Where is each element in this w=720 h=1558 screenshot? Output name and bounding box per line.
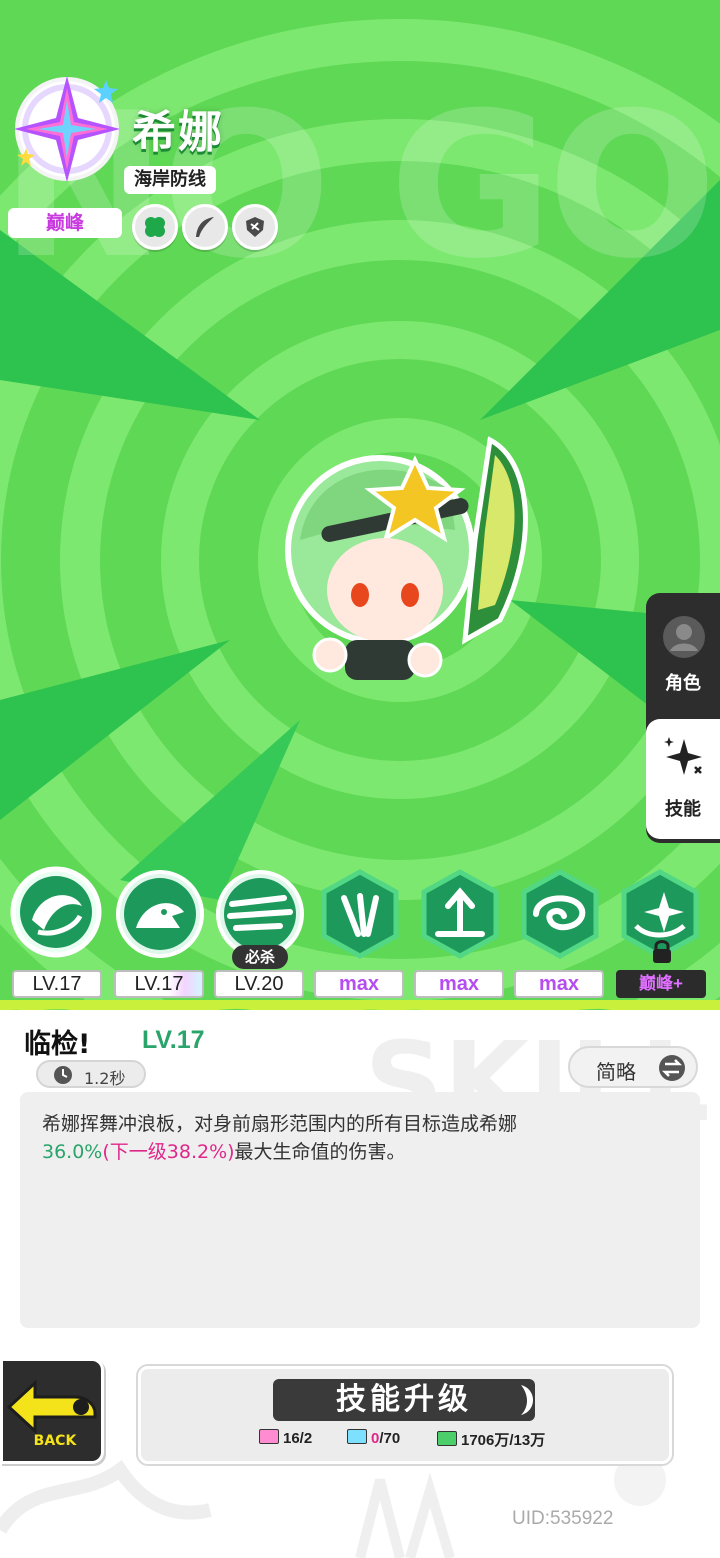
swap-arrows-icon bbox=[659, 1055, 685, 1081]
book-icon bbox=[347, 1429, 367, 1444]
desc-tail: 最大生命值的伤害。 bbox=[234, 1141, 406, 1163]
desc-value: 36.0% bbox=[42, 1141, 103, 1163]
tab-skill-label: 技能 bbox=[665, 799, 701, 820]
desc-next-level: (下一级38.2%) bbox=[102, 1141, 235, 1163]
brief-toggle-label: 简略 bbox=[596, 1060, 636, 1084]
shield-claw-icon[interactable] bbox=[232, 204, 278, 250]
cost-ticket: 16/2 bbox=[259, 1429, 312, 1447]
upgrade-label: 技能升级 bbox=[273, 1379, 535, 1421]
character-showcase: NO GOD 希娜 海岸防线 巅峰 bbox=[0, 0, 720, 1010]
desc-line1: 希娜挥舞冲浪板，对身前扇形范围内的所有目标造成希娜 bbox=[42, 1113, 518, 1135]
skill-shark-icon[interactable] bbox=[114, 868, 206, 960]
tab-skill[interactable]: 技能 bbox=[646, 719, 720, 839]
back-button[interactable]: BACK bbox=[0, 1358, 104, 1464]
back-label: BACK bbox=[34, 1433, 78, 1449]
side-tab-bar: 角色 技能 bbox=[646, 593, 720, 843]
skill-description: 希娜挥舞冲浪板，对身前扇形范围内的所有目标造成希娜 36.0%(下一级38.2%… bbox=[42, 1110, 682, 1166]
skill-claw-crest-icon[interactable] bbox=[314, 868, 406, 960]
skill-rising-arrow-icon[interactable] bbox=[414, 868, 506, 960]
skill-vortex-icon[interactable] bbox=[514, 868, 606, 960]
skill-level: LV.17 bbox=[142, 1026, 205, 1054]
skill-level-badge: LV.17 bbox=[12, 970, 102, 998]
cooldown-clock-icon bbox=[54, 1066, 72, 1084]
sparkle-star-icon bbox=[664, 737, 702, 775]
skill-level-badge: LV.20 bbox=[214, 970, 304, 998]
user-id: UID:535922 bbox=[512, 1508, 614, 1529]
person-icon bbox=[663, 616, 705, 658]
rank-badge: 巅峰 bbox=[8, 208, 122, 238]
cost-book: 0/70 bbox=[347, 1429, 400, 1447]
back-arrow-icon: BACK bbox=[6, 1379, 97, 1449]
skill-level-badge: max bbox=[514, 970, 604, 998]
feather-icon[interactable] bbox=[182, 204, 228, 250]
team-tag: 海岸防线 bbox=[124, 166, 216, 194]
clover-icon[interactable] bbox=[132, 204, 178, 250]
ticket-icon bbox=[259, 1429, 279, 1444]
cost-cash-value: 1706万/13万 bbox=[461, 1432, 546, 1449]
skill-surf-slash-icon[interactable] bbox=[10, 866, 102, 958]
character-name: 希娜 bbox=[132, 107, 224, 158]
upgrade-flash-icon bbox=[521, 1385, 533, 1415]
skill-level-badge: LV.17 bbox=[114, 970, 204, 998]
tab-character[interactable]: 角色 bbox=[646, 593, 720, 713]
skill-level-badge: max bbox=[414, 970, 504, 998]
cash-icon bbox=[437, 1431, 457, 1446]
cost-ticket-value: 16/2 bbox=[283, 1430, 313, 1447]
rank-emblem-icon bbox=[14, 76, 120, 182]
ultimate-tag: 必杀 bbox=[232, 945, 288, 969]
skill-level-badge: max bbox=[314, 970, 404, 998]
character-portrait bbox=[285, 436, 528, 680]
cooldown-pill: 1.2秒 bbox=[36, 1060, 146, 1088]
skill-level-badge: 巅峰+ bbox=[616, 970, 706, 998]
cooldown-text: 1.2秒 bbox=[84, 1069, 126, 1088]
tab-character-label: 角色 bbox=[665, 673, 701, 694]
brief-toggle-button[interactable]: 简略 bbox=[568, 1046, 698, 1088]
cost-cash: 1706万/13万 bbox=[437, 1429, 545, 1450]
cost-book-total: /70 bbox=[379, 1430, 401, 1447]
skill-selector bbox=[0, 862, 720, 972]
lock-icon bbox=[653, 940, 671, 963]
skill-description-box: 希娜挥舞冲浪板，对身前扇形范围内的所有目标造成希娜 36.0%(下一级38.2%… bbox=[20, 1092, 700, 1328]
skill-upgrade-button[interactable]: 技能升级 16/2 0/70 1706万/13万 bbox=[138, 1366, 672, 1464]
skill-level-row: LV.17 LV.17 LV.20 max max max 巅峰+ bbox=[0, 970, 720, 1002]
skill-title: 临检! bbox=[24, 1029, 91, 1060]
